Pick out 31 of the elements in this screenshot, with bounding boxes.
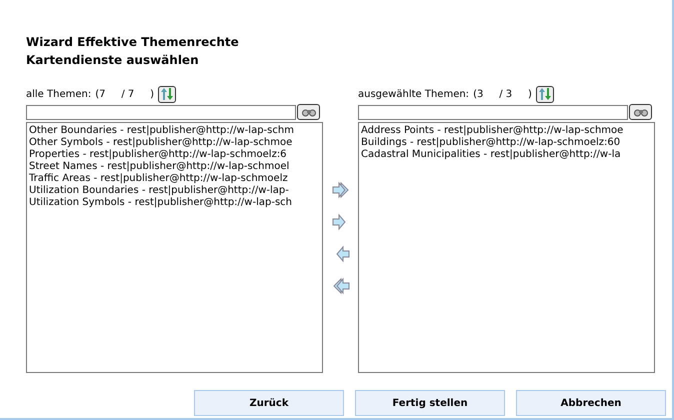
move-all-left-button[interactable] <box>330 277 350 295</box>
binoculars-icon <box>632 107 648 117</box>
wizard-button[interactable]: Abbrechen <box>516 390 666 416</box>
sort-icon <box>160 87 174 101</box>
list-item[interactable]: Properties - rest|publisher@http://w-lap-schmoelz:6 <box>29 149 287 161</box>
count-label: (3 / 3 ) <box>473 88 532 100</box>
list-item[interactable]: Address Points - rest|publisher@http://w-lap-schmoe <box>361 125 624 137</box>
list-item[interactable]: Utilization Symbols - rest|publisher@http://w-lap-sch <box>29 197 292 209</box>
wizard-title: Wizard Effektive Themenrechte <box>26 34 240 51</box>
panel-label: ausgewählte Themen: <box>358 88 470 100</box>
count-label: (7 / 7 ) <box>95 88 154 100</box>
move-all-right-button[interactable] <box>330 181 350 199</box>
panel-label: alle Themen: <box>26 88 92 100</box>
list-item[interactable]: Buildings - rest|publisher@http://w-lap-schmoelz:60 <box>361 137 620 149</box>
sort-icon <box>538 87 552 101</box>
filter-field[interactable] <box>26 104 296 120</box>
sort-button[interactable] <box>158 86 176 102</box>
sort-button[interactable] <box>536 86 554 102</box>
binoculars-icon <box>300 107 316 117</box>
list-item[interactable]: Cadastral Municipalities - rest|publisher@http://w-la <box>361 149 621 161</box>
wizard-button[interactable]: Zurück <box>194 390 344 416</box>
wizard-subtitle: Kartendienste auswählen <box>26 52 200 69</box>
list-item[interactable]: Utilization Boundaries - rest|publisher@http://w-lap- <box>29 185 289 197</box>
list-item[interactable]: Other Symbols - rest|publisher@http://w-lap-schmoe <box>29 137 292 149</box>
list-item[interactable]: Traffic Areas - rest|publisher@http://w-lap-schmoelz <box>29 173 288 185</box>
search-button[interactable] <box>629 104 652 120</box>
list-item[interactable]: Street Names - rest|publisher@http://w-lap-schmoel <box>29 161 290 173</box>
wizard-button[interactable]: Fertig stellen <box>355 390 505 416</box>
filter-field[interactable] <box>358 104 628 120</box>
search-button[interactable] <box>297 104 320 120</box>
list-item[interactable]: Other Boundaries - rest|publisher@http://w-lap-schm <box>29 125 294 137</box>
